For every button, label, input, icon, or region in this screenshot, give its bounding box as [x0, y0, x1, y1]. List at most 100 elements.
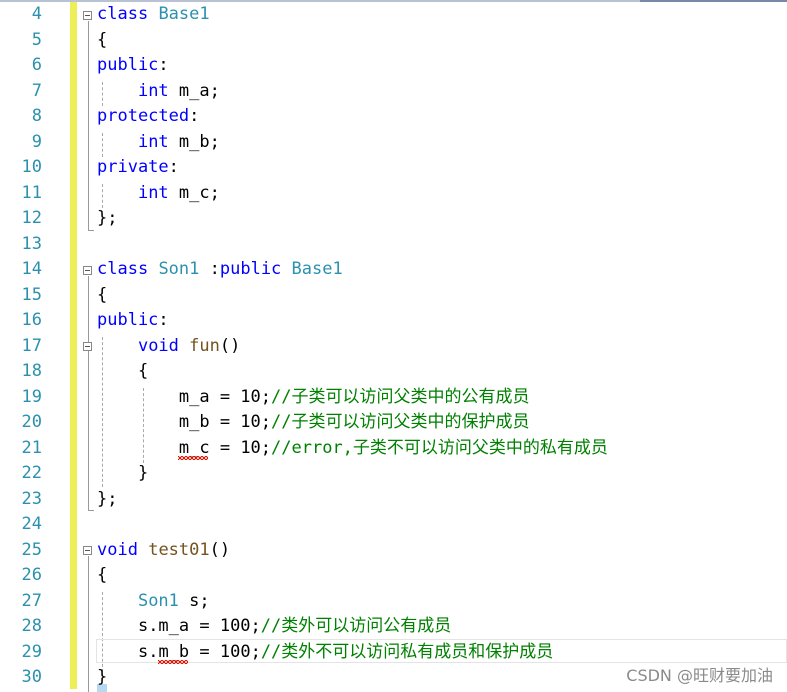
line-number: 30 [21, 667, 42, 687]
function-name: fun [189, 335, 220, 356]
change-indicator-bar [70, 2, 77, 689]
error-identifier[interactable]: m_c [179, 438, 210, 458]
code-line: int m_a; [97, 79, 220, 105]
line-number: 8 [31, 106, 42, 126]
keyword: public [97, 55, 159, 75]
keyword: int [137, 80, 169, 101]
keyword: class [97, 4, 149, 24]
type-name: Son1 [137, 590, 179, 611]
punct: : [158, 55, 169, 75]
code-line: m_c = 10;//error,子类不可以访问父类中的私有成员 [97, 436, 608, 462]
line-number: 28 [21, 616, 42, 636]
code-text: s.m_a = 100; [137, 616, 261, 636]
code-line: public: [97, 53, 169, 79]
brace: { [97, 284, 108, 305]
outline-end [88, 230, 94, 231]
line-number: 4 [31, 4, 42, 24]
code-line: s.m_a = 100;//类外可以访问公有成员 [97, 614, 451, 640]
comment: //error,子类不可以访问父类中的私有成员 [271, 437, 608, 458]
line-number: 29 [21, 641, 42, 662]
code-line: { [97, 563, 107, 589]
code-line: void fun() [97, 334, 240, 360]
line-number: 26 [21, 565, 42, 585]
code-text: s. [137, 641, 159, 662]
line-number: 15 [21, 284, 42, 305]
code-text: m_b; [168, 131, 220, 152]
brace: } [137, 463, 149, 483]
brace: }; [97, 488, 118, 509]
collapse-toggle-icon[interactable] [83, 11, 92, 20]
code-text: m_b = 10; [178, 412, 272, 432]
keyword: void [97, 539, 138, 560]
line-number: 17 [21, 335, 42, 356]
code-text: m_a; [168, 80, 220, 101]
punct: : [189, 106, 200, 126]
function-name: test01 [148, 539, 210, 560]
line-number: 10 [21, 157, 42, 177]
code-line: Son1 s; [97, 589, 210, 615]
code-line: { [97, 283, 107, 309]
line-number: 19 [21, 386, 42, 407]
code-line: }; [97, 487, 117, 513]
code-editor[interactable]: 4 5 6 7 8 9 10 11 12 13 14 15 16 17 18 1… [0, 0, 787, 692]
csdn-watermark: CSDN @旺财要加油 [626, 666, 773, 685]
code-line: protected: [97, 104, 199, 130]
type-name: Base1 [291, 259, 343, 279]
keyword: public [97, 310, 159, 330]
collapse-toggle-icon[interactable] [83, 266, 92, 275]
code-line: int m_c; [97, 181, 220, 207]
line-number: 9 [31, 131, 42, 152]
code-text: = 10; [209, 437, 272, 458]
collapse-toggle-icon[interactable] [83, 342, 92, 351]
line-number: 21 [21, 437, 42, 458]
line-number: 5 [31, 29, 42, 50]
comment: //类外可以访问公有成员 [260, 616, 452, 636]
keyword: public [219, 259, 282, 279]
outline-line [88, 556, 89, 692]
type-name: Base1 [158, 4, 210, 24]
code-line: int m_b; [97, 130, 220, 156]
line-number: 6 [31, 55, 42, 75]
error-identifier[interactable]: m_b [158, 642, 189, 662]
editor-top-border-accent [640, 0, 787, 2]
code-line: }; [97, 206, 117, 232]
code-line: { [97, 359, 148, 385]
line-number: 13 [21, 233, 42, 254]
line-number: 16 [21, 310, 42, 330]
keyword: void [137, 335, 179, 356]
code-line: } [97, 461, 148, 487]
outline-line [88, 276, 89, 511]
code-line: m_a = 10;//子类可以访问父类中的公有成员 [97, 385, 530, 411]
line-number: 7 [31, 80, 42, 101]
brace: } [97, 667, 108, 687]
brace: }; [97, 208, 118, 228]
line-number: 20 [21, 412, 42, 432]
code-text: = 100; [189, 641, 261, 662]
punct: : [168, 157, 179, 177]
brace: { [137, 361, 149, 381]
collapse-toggle-icon[interactable] [83, 546, 92, 555]
code-line: void test01() [97, 538, 230, 564]
keyword: int [137, 131, 169, 152]
comment: //子类可以访问父类中的保护成员 [271, 412, 530, 432]
code-line: class Base1 [97, 2, 210, 28]
type-name: Son1 [158, 259, 200, 279]
code-text: s; [178, 590, 210, 611]
outline-end [88, 510, 94, 511]
line-number: 11 [21, 182, 42, 203]
line-number: 27 [21, 590, 42, 611]
error-squiggle [178, 456, 208, 460]
line-number: 23 [21, 488, 42, 509]
code-text: m_a = 10; [178, 386, 272, 407]
comment: //类外不可以访问私有成员和保护成员 [260, 641, 554, 662]
punct: : [199, 259, 220, 279]
code-line: } [97, 665, 107, 691]
comment: //子类可以访问父类中的公有成员 [271, 386, 530, 407]
punct: : [158, 310, 169, 330]
brace: { [97, 565, 108, 585]
code-text: () [209, 539, 231, 560]
keyword: protected [97, 106, 190, 126]
code-line: private: [97, 155, 179, 181]
code-line: m_b = 10;//子类可以访问父类中的保护成员 [97, 410, 530, 436]
code-line: public: [97, 308, 169, 334]
